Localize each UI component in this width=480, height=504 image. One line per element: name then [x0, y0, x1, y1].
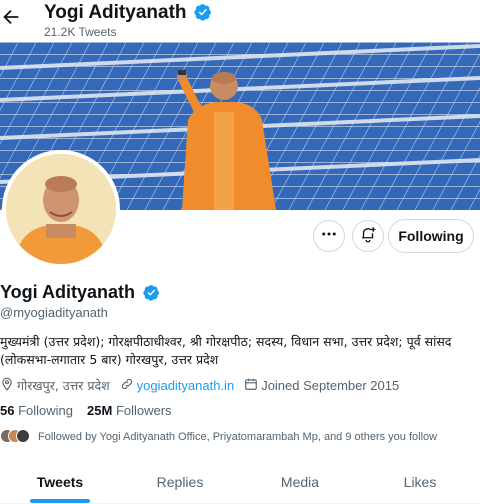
profile-avatar[interactable]	[2, 150, 120, 268]
link-icon	[120, 377, 137, 394]
profile-joined: Joined September 2015	[244, 377, 399, 394]
followed-by[interactable]: Followed by Yogi Adityanath Office, Priy…	[0, 428, 437, 446]
profile-stats: 56 Following 25M Followers	[0, 403, 172, 418]
tab-media[interactable]: Media	[240, 464, 360, 503]
notifications-button[interactable]	[352, 220, 384, 252]
verified-badge-icon	[194, 3, 212, 28]
more-options-button[interactable]	[313, 220, 345, 252]
mutual-avatars	[0, 429, 30, 445]
notification-bell-icon	[359, 225, 377, 248]
tab-tweets[interactable]: Tweets	[0, 464, 120, 503]
profile-name: Yogi Adityanath	[0, 282, 160, 306]
profile-bio: मुख्यमंत्री (उत्तर प्रदेश); गोरक्षपीठाधी…	[0, 333, 478, 369]
bio-line-1: मुख्यमंत्री (उत्तर प्रदेश); गोरक्षपीठाधी…	[0, 334, 452, 349]
location-text: गोरखपुर, उत्तर प्रदेश	[17, 377, 110, 393]
followers-stat[interactable]: 25M Followers	[87, 403, 172, 418]
profile-tabs: Tweets Replies Media Likes	[0, 464, 480, 504]
profile-name-text: Yogi Adityanath	[0, 282, 135, 302]
profile-meta: गोरखपुर, उत्तर प्रदेश yogiadityanath.in …	[0, 376, 409, 394]
following-stat[interactable]: 56 Following	[0, 403, 73, 418]
followed-by-text: Followed by Yogi Adityanath Office, Priy…	[38, 431, 438, 443]
profile-location: गोरखपुर, उत्तर प्रदेश	[0, 377, 110, 394]
header-name: Yogi Adityanath	[44, 2, 187, 23]
mutual-avatar	[16, 429, 30, 443]
back-arrow-icon[interactable]	[0, 6, 24, 30]
tab-likes[interactable]: Likes	[360, 464, 480, 503]
calendar-icon	[244, 377, 261, 394]
profile-handle: @myogiadityanath	[0, 305, 108, 320]
followers-label: Followers	[115, 403, 172, 418]
joined-text: Joined September 2015	[261, 377, 400, 393]
location-pin-icon	[0, 377, 17, 394]
bio-line-2: (लोकसभा-लगातार 5 बार) गोरखपुर, उत्तर प्र…	[0, 352, 219, 367]
tweet-count: 21.2K Tweets	[44, 25, 117, 39]
following-button[interactable]: Following	[388, 219, 474, 253]
website-link[interactable]: yogiadityanath.in	[137, 378, 235, 393]
following-count: 56	[0, 403, 15, 418]
profile-top-bar: Yogi Adityanath 21.2K Tweets	[0, 0, 480, 42]
header-title: Yogi Adityanath	[44, 1, 212, 28]
verified-badge-icon	[143, 284, 160, 306]
more-options-icon	[320, 225, 338, 248]
tab-replies[interactable]: Replies	[120, 464, 240, 503]
following-label: Following	[18, 403, 74, 418]
followers-count: 25M	[87, 403, 113, 418]
profile-website[interactable]: yogiadityanath.in	[120, 377, 235, 394]
